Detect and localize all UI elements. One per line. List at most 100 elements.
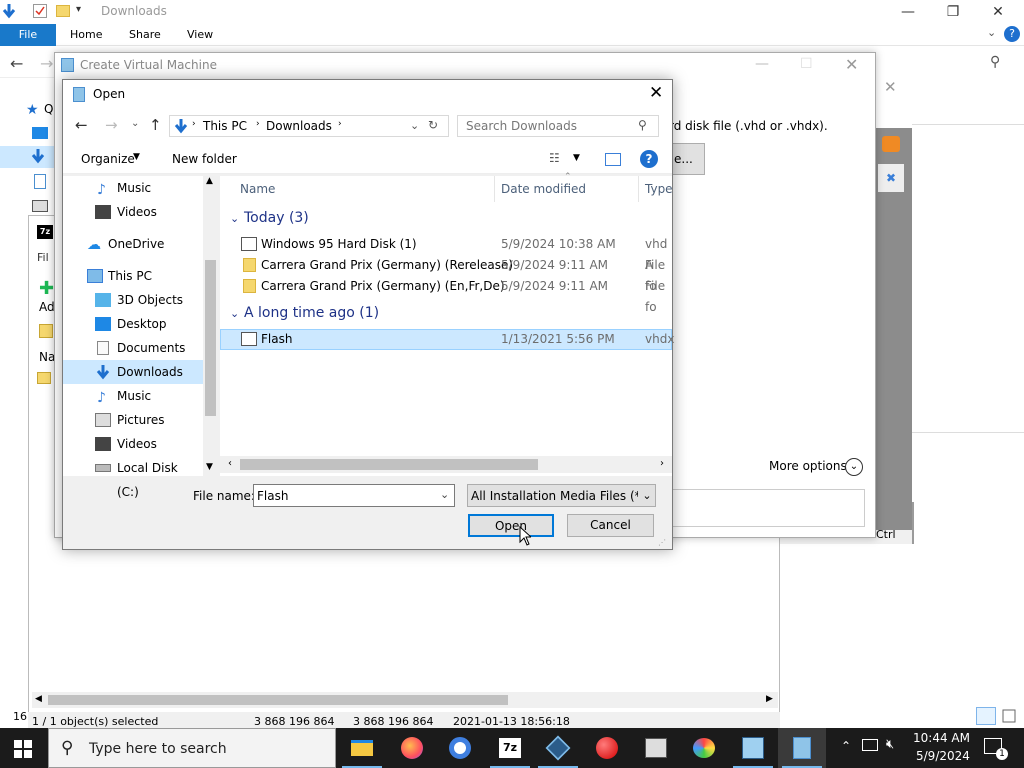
search-icon[interactable]: ⚲ — [990, 54, 1000, 70]
tree-item-videos-2[interactable]: Videos — [63, 432, 203, 456]
tree-item-music[interactable]: ♪ Music — [63, 176, 203, 200]
forward-arrow-icon[interactable]: → — [105, 116, 118, 134]
file-row[interactable]: Carrera Grand Prix (Germany) (Rerelease)… — [220, 255, 672, 293]
tree-item-downloads[interactable]: Downloads — [63, 360, 203, 384]
minimize-icon[interactable]: — — [755, 56, 769, 72]
group-header-today[interactable]: Today (3) — [244, 210, 309, 226]
preview-pane-icon[interactable] — [605, 153, 621, 166]
tree-item-desktop[interactable]: Desktop — [63, 312, 203, 336]
cancel-button[interactable]: Cancel — [567, 514, 654, 537]
vm-icon[interactable] — [882, 136, 900, 152]
scroll-left-icon[interactable]: ‹ — [228, 458, 232, 469]
view-options-icon[interactable]: ☷ — [549, 151, 560, 165]
address-dropdown-icon[interactable]: ⌄ — [410, 119, 419, 132]
windows-start-icon[interactable] — [14, 740, 32, 758]
browse-button[interactable]: e... — [669, 143, 705, 175]
scrollbar-thumb[interactable] — [205, 260, 216, 416]
taskbar-7zip[interactable]: 7z — [486, 728, 534, 768]
filename-input[interactable]: Flash ⌄ — [253, 484, 455, 507]
tree-scrollbar[interactable]: ▲ ▼ — [203, 176, 218, 476]
file-type-filter[interactable]: All Installation Media Files (*.iso ⌄ — [467, 484, 656, 507]
maximize-icon[interactable]: ☐ — [800, 56, 813, 72]
file-row[interactable]: Windows 95 Hard Disk (1) 5/9/2024 10:38 … — [220, 234, 672, 272]
scrollbar-thumb[interactable] — [240, 459, 538, 470]
close-icon[interactable]: ✕ — [845, 55, 858, 74]
back-arrow-icon[interactable]: ← — [75, 116, 88, 134]
chevron-down-icon[interactable]: ⌄ — [987, 26, 996, 39]
tree-item-pictures[interactable]: Pictures — [63, 408, 203, 432]
view-dropdown-icon[interactable]: ▼ — [573, 153, 580, 163]
taskbar-virtualbox[interactable] — [534, 728, 582, 768]
tree-item-onedrive[interactable]: ☁ OneDrive — [63, 232, 203, 256]
details-view-icon[interactable] — [976, 707, 996, 725]
taskbar-virtualbox-manager[interactable] — [778, 728, 826, 768]
volume-muted-icon[interactable]: 🔇︎ — [886, 737, 894, 752]
vm-tool-icon[interactable]: ✖ — [878, 164, 904, 192]
tab-home[interactable]: Home — [58, 24, 114, 46]
add-icon[interactable]: ✚ — [39, 278, 54, 299]
column-header-date[interactable]: Date modified — [501, 176, 586, 202]
search-input[interactable]: Search Downloads ⚲ — [457, 115, 659, 137]
tree-item-this-pc[interactable]: This PC — [63, 264, 203, 288]
chevron-right-icon[interactable]: › — [256, 119, 260, 129]
scrollbar-thumb[interactable] — [48, 695, 508, 705]
folder-icon[interactable] — [56, 5, 70, 17]
tab-view[interactable]: View — [175, 24, 225, 46]
quick-access-label[interactable]: Q — [44, 102, 53, 116]
menu-file-fragment[interactable]: Fil — [37, 251, 49, 264]
group-collapse-icon[interactable]: ⌄ — [230, 307, 239, 320]
network-icon[interactable] — [862, 739, 878, 751]
forward-arrow-icon[interactable]: → — [40, 54, 53, 73]
file-row[interactable]: Carrera Grand Prix (Germany) (En,Fr,De) … — [220, 276, 672, 314]
clock-date[interactable]: 5/9/2024 — [916, 749, 970, 763]
taskbar-file-explorer[interactable] — [338, 728, 386, 768]
close-icon[interactable]: ✕ — [975, 0, 1021, 24]
close-icon[interactable]: ✕ — [649, 83, 663, 103]
open-button[interactable]: Open — [468, 514, 554, 537]
help-icon[interactable]: ? — [1004, 26, 1020, 42]
column-header-name[interactable]: Name — [240, 176, 275, 202]
scroll-left-icon[interactable]: ◀ — [35, 694, 42, 704]
file-row-selected[interactable]: Flash 1/13/2021 5:56 PM vhdx — [220, 329, 674, 350]
tree-item-local-disk[interactable]: Local Disk (C:) — [63, 456, 203, 499]
chevron-right-icon[interactable]: › — [338, 119, 342, 129]
qat-dropdown-icon[interactable]: ▾ — [76, 4, 81, 15]
more-options-label[interactable]: More options — [769, 459, 847, 473]
show-hidden-icons-icon[interactable]: ⌃ — [841, 739, 851, 753]
tree-item-music-2[interactable]: ♪ Music — [63, 384, 203, 408]
new-folder-button[interactable]: New folder — [172, 152, 237, 166]
scroll-right-icon[interactable]: ▶ — [766, 694, 773, 704]
column-divider[interactable] — [638, 176, 639, 202]
group-collapse-icon[interactable]: ⌄ — [230, 212, 239, 225]
properties-icon[interactable] — [33, 4, 47, 18]
up-arrow-icon[interactable]: ↑ — [149, 116, 162, 134]
taskbar-image-viewer[interactable] — [632, 728, 680, 768]
column-header-type[interactable]: Type — [645, 176, 673, 202]
taskbar-record[interactable] — [583, 728, 631, 768]
large-icons-view-icon[interactable] — [1000, 707, 1018, 725]
organize-button[interactable]: Organize — [81, 152, 135, 166]
recent-locations-icon[interactable]: ⌄ — [131, 118, 139, 129]
close-icon[interactable]: ✕ — [884, 78, 897, 96]
up-folder-icon[interactable] — [39, 324, 53, 338]
breadcrumb-downloads[interactable]: Downloads — [266, 119, 332, 133]
clock-time[interactable]: 10:44 AM — [913, 731, 970, 745]
taskbar-app-2003[interactable] — [729, 728, 777, 768]
tree-item-documents[interactable]: Documents — [63, 336, 203, 360]
refresh-icon[interactable]: ↻ — [428, 118, 438, 132]
chevron-down-icon[interactable]: ⌄ — [440, 488, 449, 501]
taskbar-chrome[interactable] — [436, 728, 484, 768]
chevron-right-icon[interactable]: › — [192, 119, 196, 129]
tab-file[interactable]: File — [0, 24, 56, 46]
search-icon[interactable]: ⚲ — [638, 118, 647, 132]
taskbar-search[interactable]: ⚲ Type here to search — [48, 728, 336, 768]
taskbar-firefox[interactable] — [388, 728, 436, 768]
list-hscrollbar[interactable]: ‹ › — [220, 456, 672, 473]
organize-dropdown-icon[interactable]: ▼ — [133, 152, 140, 162]
scroll-up-icon[interactable]: ▲ — [206, 176, 213, 186]
help-icon[interactable]: ? — [640, 150, 658, 168]
taskbar-paint[interactable] — [680, 728, 728, 768]
column-divider[interactable] — [494, 176, 495, 202]
tree-item-3d-objects[interactable]: 3D Objects — [63, 288, 203, 312]
minimize-icon[interactable]: — — [885, 0, 931, 24]
